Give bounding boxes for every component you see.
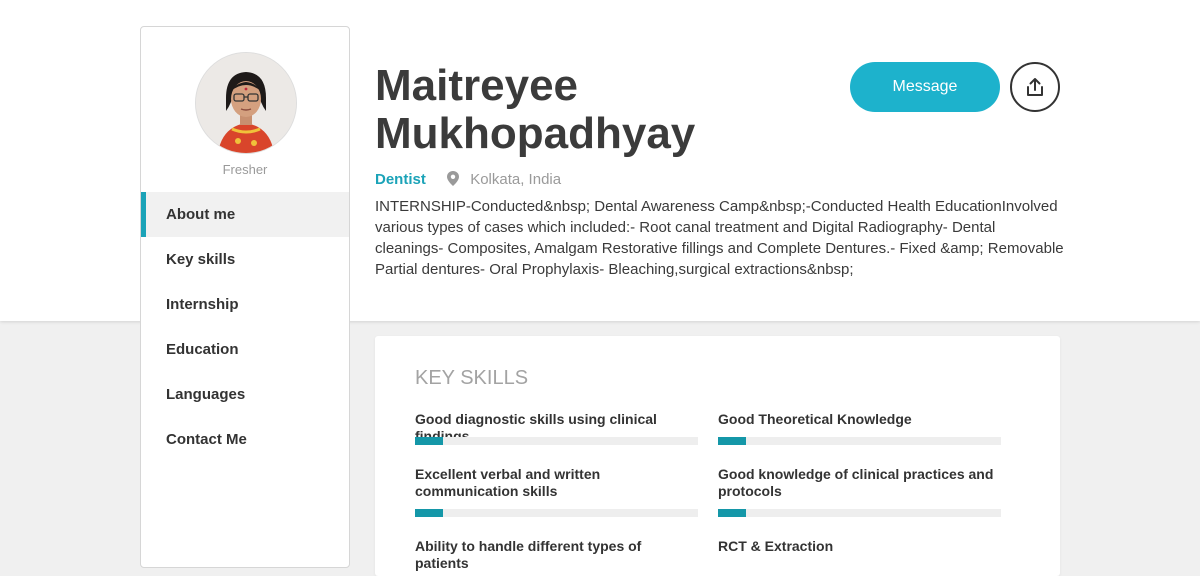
nav-item-internship[interactable]: Internship xyxy=(141,282,349,327)
skill-item: Good Theoretical Knowledge xyxy=(718,411,1001,445)
skill-level-fill xyxy=(718,509,747,517)
nav-item-about-me[interactable]: About me xyxy=(141,192,349,237)
nav-item-languages[interactable]: Languages xyxy=(141,372,349,417)
nav-item-key-skills[interactable]: Key skills xyxy=(141,237,349,282)
profile-meta: Dentist Kolkata, India xyxy=(375,170,561,190)
profile-name-first: Maitreyee xyxy=(375,61,579,110)
profile-name: Maitreyee Mukhopadhyay xyxy=(375,62,835,158)
skill-item: Ability to handle different types of pat… xyxy=(415,538,698,572)
avatar-image xyxy=(196,53,296,153)
skill-level-fill xyxy=(718,437,747,445)
skill-level-fill xyxy=(415,509,444,517)
skill-level-bar xyxy=(415,437,698,445)
skill-item: Good knowledge of clinical practices and… xyxy=(718,466,1001,517)
location-label: Kolkata, India xyxy=(470,171,562,188)
skill-name: Excellent verbal and written communicati… xyxy=(415,466,601,499)
profile-name-last: Mukhopadhyay xyxy=(375,109,696,158)
skill-level-bar xyxy=(415,509,698,517)
skill-item: RCT & Extraction xyxy=(718,538,1001,555)
skill-level-bar xyxy=(718,509,1001,517)
avatar xyxy=(195,52,297,154)
share-icon xyxy=(1027,78,1043,96)
skill-item: Excellent verbal and written communicati… xyxy=(415,466,698,517)
key-skills-title: KEY SKILLS xyxy=(415,367,529,389)
profession-label: Dentist xyxy=(375,171,426,188)
profile-nav: About me Key skills Internship Education… xyxy=(141,192,349,462)
skill-level-bar xyxy=(718,437,1001,445)
about-text: INTERNSHIP-Conducted&nbsp; Dental Awaren… xyxy=(375,198,1064,278)
key-skills-card: KEY SKILLS Good diagnostic skills using … xyxy=(375,336,1060,576)
skill-name: Good knowledge of clinical practices and… xyxy=(718,466,994,499)
skill-name: RCT & Extraction xyxy=(718,538,834,554)
profile-status: Fresher xyxy=(222,162,268,177)
skill-name: Good Theoretical Knowledge xyxy=(718,411,912,427)
nav-item-education[interactable]: Education xyxy=(141,327,349,372)
skill-name: Ability to handle different types of pat… xyxy=(415,538,642,571)
nav-item-contact-me[interactable]: Contact Me xyxy=(141,417,349,462)
share-button[interactable] xyxy=(1010,62,1060,112)
skill-item: Good diagnostic skills using clinical fi… xyxy=(415,411,698,445)
skill-level-fill xyxy=(415,437,444,445)
profile-sidebar: Fresher About me Key skills Internship E… xyxy=(140,26,350,568)
location-pin-icon xyxy=(447,171,460,186)
message-button[interactable]: Message xyxy=(850,62,1000,112)
